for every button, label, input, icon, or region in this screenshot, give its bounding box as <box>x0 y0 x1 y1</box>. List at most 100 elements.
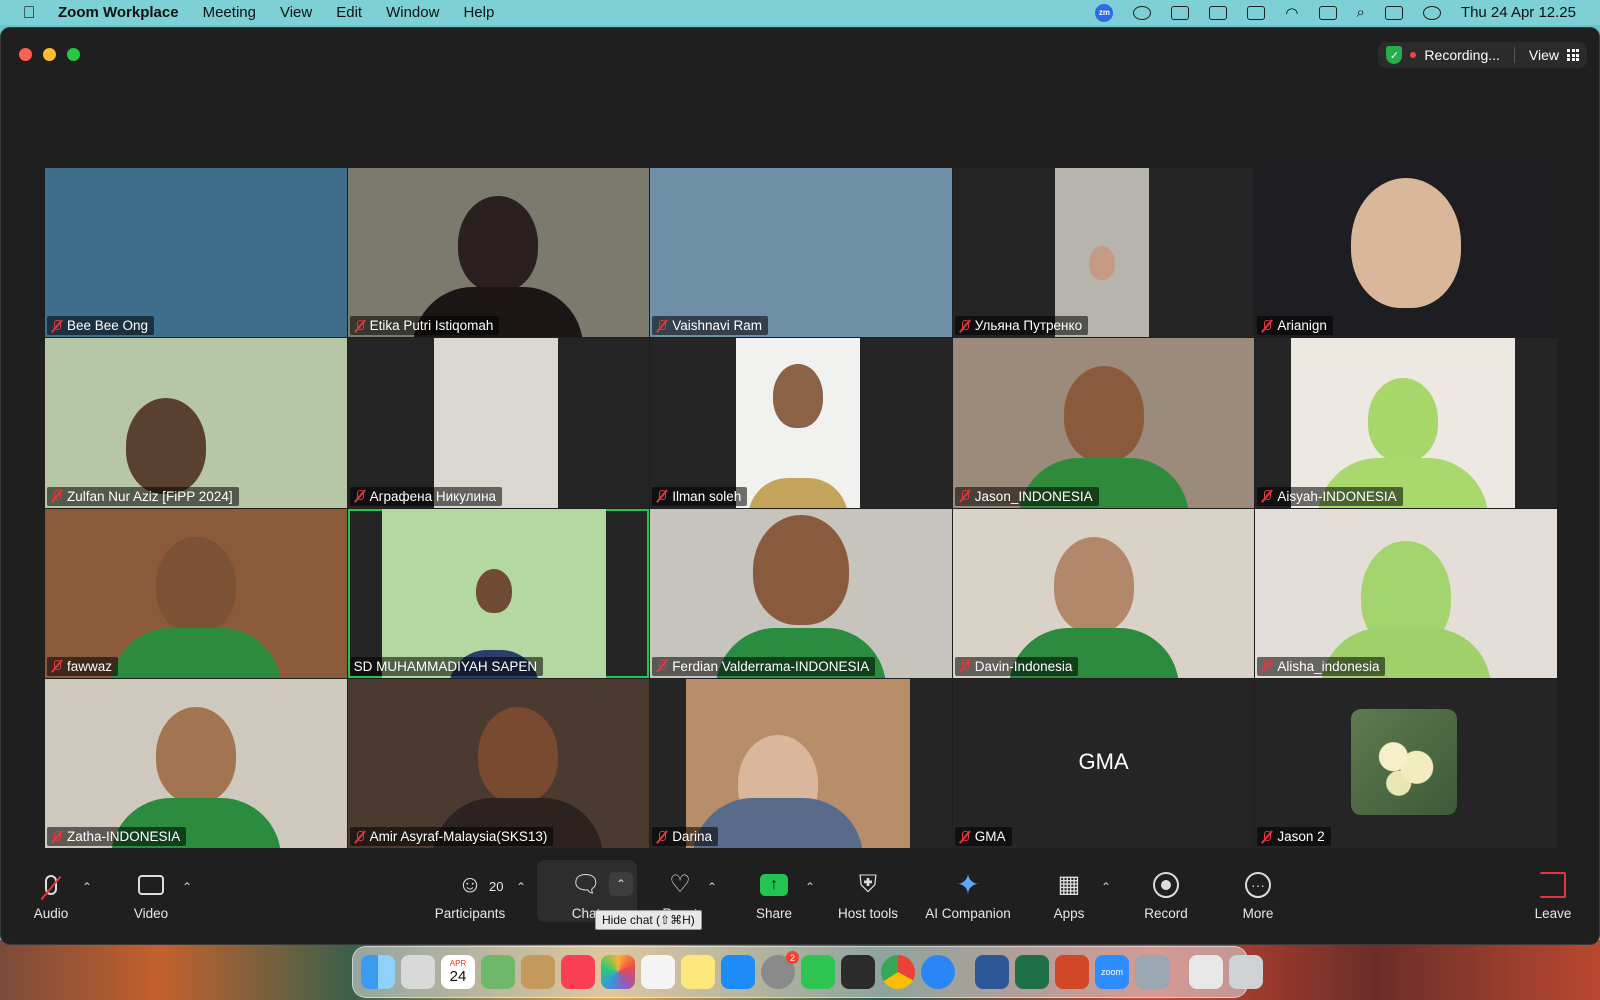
security-shield-icon[interactable]: ✓ <box>1386 46 1403 64</box>
video-tile[interactable]: Vaishnavi Ram <box>650 168 952 338</box>
ai-companion-label: AI Companion <box>925 906 1011 921</box>
calendar-icon[interactable]: APR 24 <box>441 955 475 989</box>
participants-button[interactable]: ☺ Participants <box>425 870 515 921</box>
menu-clock[interactable]: Thu 24 Apr 12.25 <box>1461 4 1576 21</box>
video-tile[interactable]: Darina <box>650 678 952 848</box>
spotlight-search-icon[interactable]: ⌕ <box>1357 4 1365 21</box>
music-icon[interactable] <box>561 955 595 989</box>
video-feed <box>45 168 347 338</box>
reminders-icon[interactable] <box>641 955 675 989</box>
leave-button[interactable]: Leave <box>1508 870 1598 921</box>
excel-icon[interactable] <box>1015 955 1049 989</box>
host-tools-button[interactable]: ⛨ Host tools <box>823 870 913 921</box>
preview-icon[interactable] <box>1135 955 1169 989</box>
app-store-icon[interactable] <box>721 955 755 989</box>
muted-mic-icon <box>656 319 667 333</box>
menu-view[interactable]: View <box>280 4 312 21</box>
participant-name-tag: Davin-Indonesia <box>954 656 1079 676</box>
participant-name-tag: Аграфена Никулина <box>349 486 503 506</box>
downloads-folder-icon[interactable] <box>1189 955 1223 989</box>
display-icon[interactable] <box>1209 5 1228 20</box>
video-tile[interactable]: GMA GMA <box>952 678 1255 848</box>
video-tile[interactable]: Davin-Indonesia <box>952 508 1255 678</box>
finder-icon[interactable] <box>361 955 395 989</box>
minimize-window-button[interactable] <box>43 48 56 61</box>
apps-button[interactable]: ▦ Apps <box>1024 870 1114 921</box>
menu-app-name[interactable]: Zoom Workplace <box>58 4 179 21</box>
video-tile[interactable]: Jason 2 <box>1255 678 1557 848</box>
participant-name: Jason 2 <box>1277 829 1325 844</box>
menu-window[interactable]: Window <box>386 4 439 21</box>
video-tile[interactable]: Аграфена Никулина <box>347 338 650 508</box>
battery-icon[interactable] <box>1247 5 1266 20</box>
more-ellipsis-icon: ··· <box>1245 872 1271 898</box>
word-icon[interactable] <box>975 955 1009 989</box>
numbers-icon[interactable] <box>801 955 835 989</box>
react-options-chevron-icon[interactable]: ⌃ <box>707 880 717 894</box>
video-feed <box>736 338 861 508</box>
video-tile[interactable]: Aisyah-INDONESIA <box>1255 338 1557 508</box>
participant-name: Ульяна Путренко <box>974 318 1083 334</box>
chrome-icon[interactable] <box>881 955 915 989</box>
video-tile[interactable]: fawwaz <box>45 508 347 678</box>
record-button[interactable]: Record <box>1121 870 1211 921</box>
apps-options-chevron-icon[interactable]: ⌃ <box>1101 880 1111 894</box>
creative-cloud-icon[interactable] <box>1133 5 1152 20</box>
recording-label[interactable]: Recording... <box>1424 47 1499 63</box>
video-tile[interactable]: Ferdian Valderrama-INDONESIA <box>650 508 952 678</box>
leave-door-icon <box>1540 872 1566 898</box>
system-settings-icon[interactable]: 2 <box>761 951 799 989</box>
gallery-view-icon[interactable] <box>1567 49 1579 61</box>
apple-icon[interactable]:  <box>0 3 58 23</box>
trash-icon[interactable] <box>1229 955 1263 989</box>
photos-icon[interactable] <box>601 955 635 989</box>
share-button[interactable]: ↑ Share <box>729 870 819 921</box>
participant-name-tag: Alisha_indonesia <box>1257 656 1386 676</box>
contacts-icon[interactable] <box>521 955 555 989</box>
snowflake-icon[interactable] <box>1171 5 1190 20</box>
siri-icon[interactable] <box>1422 5 1441 20</box>
powerpoint-icon[interactable] <box>1055 955 1089 989</box>
control-center-icon[interactable] <box>1384 5 1403 20</box>
fullscreen-window-button[interactable] <box>67 48 80 61</box>
video-tile[interactable]: Etika Putri Istiqomah <box>347 168 650 338</box>
video-tile[interactable]: Amir Asyraf-Malaysia(SKS13) <box>347 678 650 848</box>
maps-icon[interactable] <box>481 955 515 989</box>
keyboard-icon[interactable] <box>1318 5 1337 20</box>
video-tile[interactable]: Ульяна Путренко <box>952 168 1255 338</box>
menu-edit[interactable]: Edit <box>336 4 362 21</box>
menu-help[interactable]: Help <box>463 4 494 21</box>
audio-button[interactable]: Audio <box>6 870 96 921</box>
close-window-button[interactable] <box>19 48 32 61</box>
chat-options-chevron-icon[interactable]: ⌃ <box>609 872 633 896</box>
zoom-tray-icon[interactable]: zm <box>1095 3 1114 22</box>
safari-icon[interactable] <box>921 955 955 989</box>
video-tile[interactable]: Zatha-INDONESIA <box>45 678 347 848</box>
video-feed <box>650 168 952 338</box>
ai-companion-button[interactable]: ✦ AI Companion <box>908 870 1028 922</box>
notes-icon[interactable] <box>681 955 715 989</box>
muted-microphone-icon <box>45 875 57 895</box>
participant-name: Ferdian Valderrama-INDONESIA <box>672 658 870 674</box>
video-tile-active-speaker[interactable]: SD MUHAMMADIYAH SAPEN <box>347 508 650 678</box>
zoom-app-icon[interactable]: zoom <box>1095 955 1129 989</box>
launchpad-icon[interactable] <box>401 955 435 989</box>
video-tile[interactable]: Jason_INDONESIA <box>952 338 1255 508</box>
participants-options-chevron-icon[interactable]: ⌃ <box>516 880 526 894</box>
video-button[interactable]: Video <box>106 870 196 921</box>
profile-picture <box>1351 708 1458 815</box>
menu-meeting[interactable]: Meeting <box>203 4 256 21</box>
share-options-chevron-icon[interactable]: ⌃ <box>805 880 815 894</box>
video-tile[interactable]: Ilman soleh <box>650 338 952 508</box>
wifi-icon[interactable]: ◠ <box>1285 4 1298 22</box>
video-tile[interactable]: Zulfan Nur Aziz [FiPP 2024] <box>45 338 347 508</box>
more-button[interactable]: ··· More <box>1213 870 1303 921</box>
view-label[interactable]: View <box>1529 47 1559 63</box>
video-tile[interactable]: Alisha_indonesia <box>1255 508 1557 678</box>
video-options-chevron-icon[interactable]: ⌃ <box>182 880 192 894</box>
audio-options-chevron-icon[interactable]: ⌃ <box>82 880 92 894</box>
meeting-controls-toolbar: Audio ⌃ Video ⌃ ☺ Participants 20 ⌃ 🗨 Ch… <box>1 844 1599 944</box>
video-tile[interactable]: Bee Bee Ong <box>45 168 347 338</box>
video-tile[interactable]: Arianign <box>1255 168 1557 338</box>
screenshot-icon[interactable] <box>841 955 875 989</box>
